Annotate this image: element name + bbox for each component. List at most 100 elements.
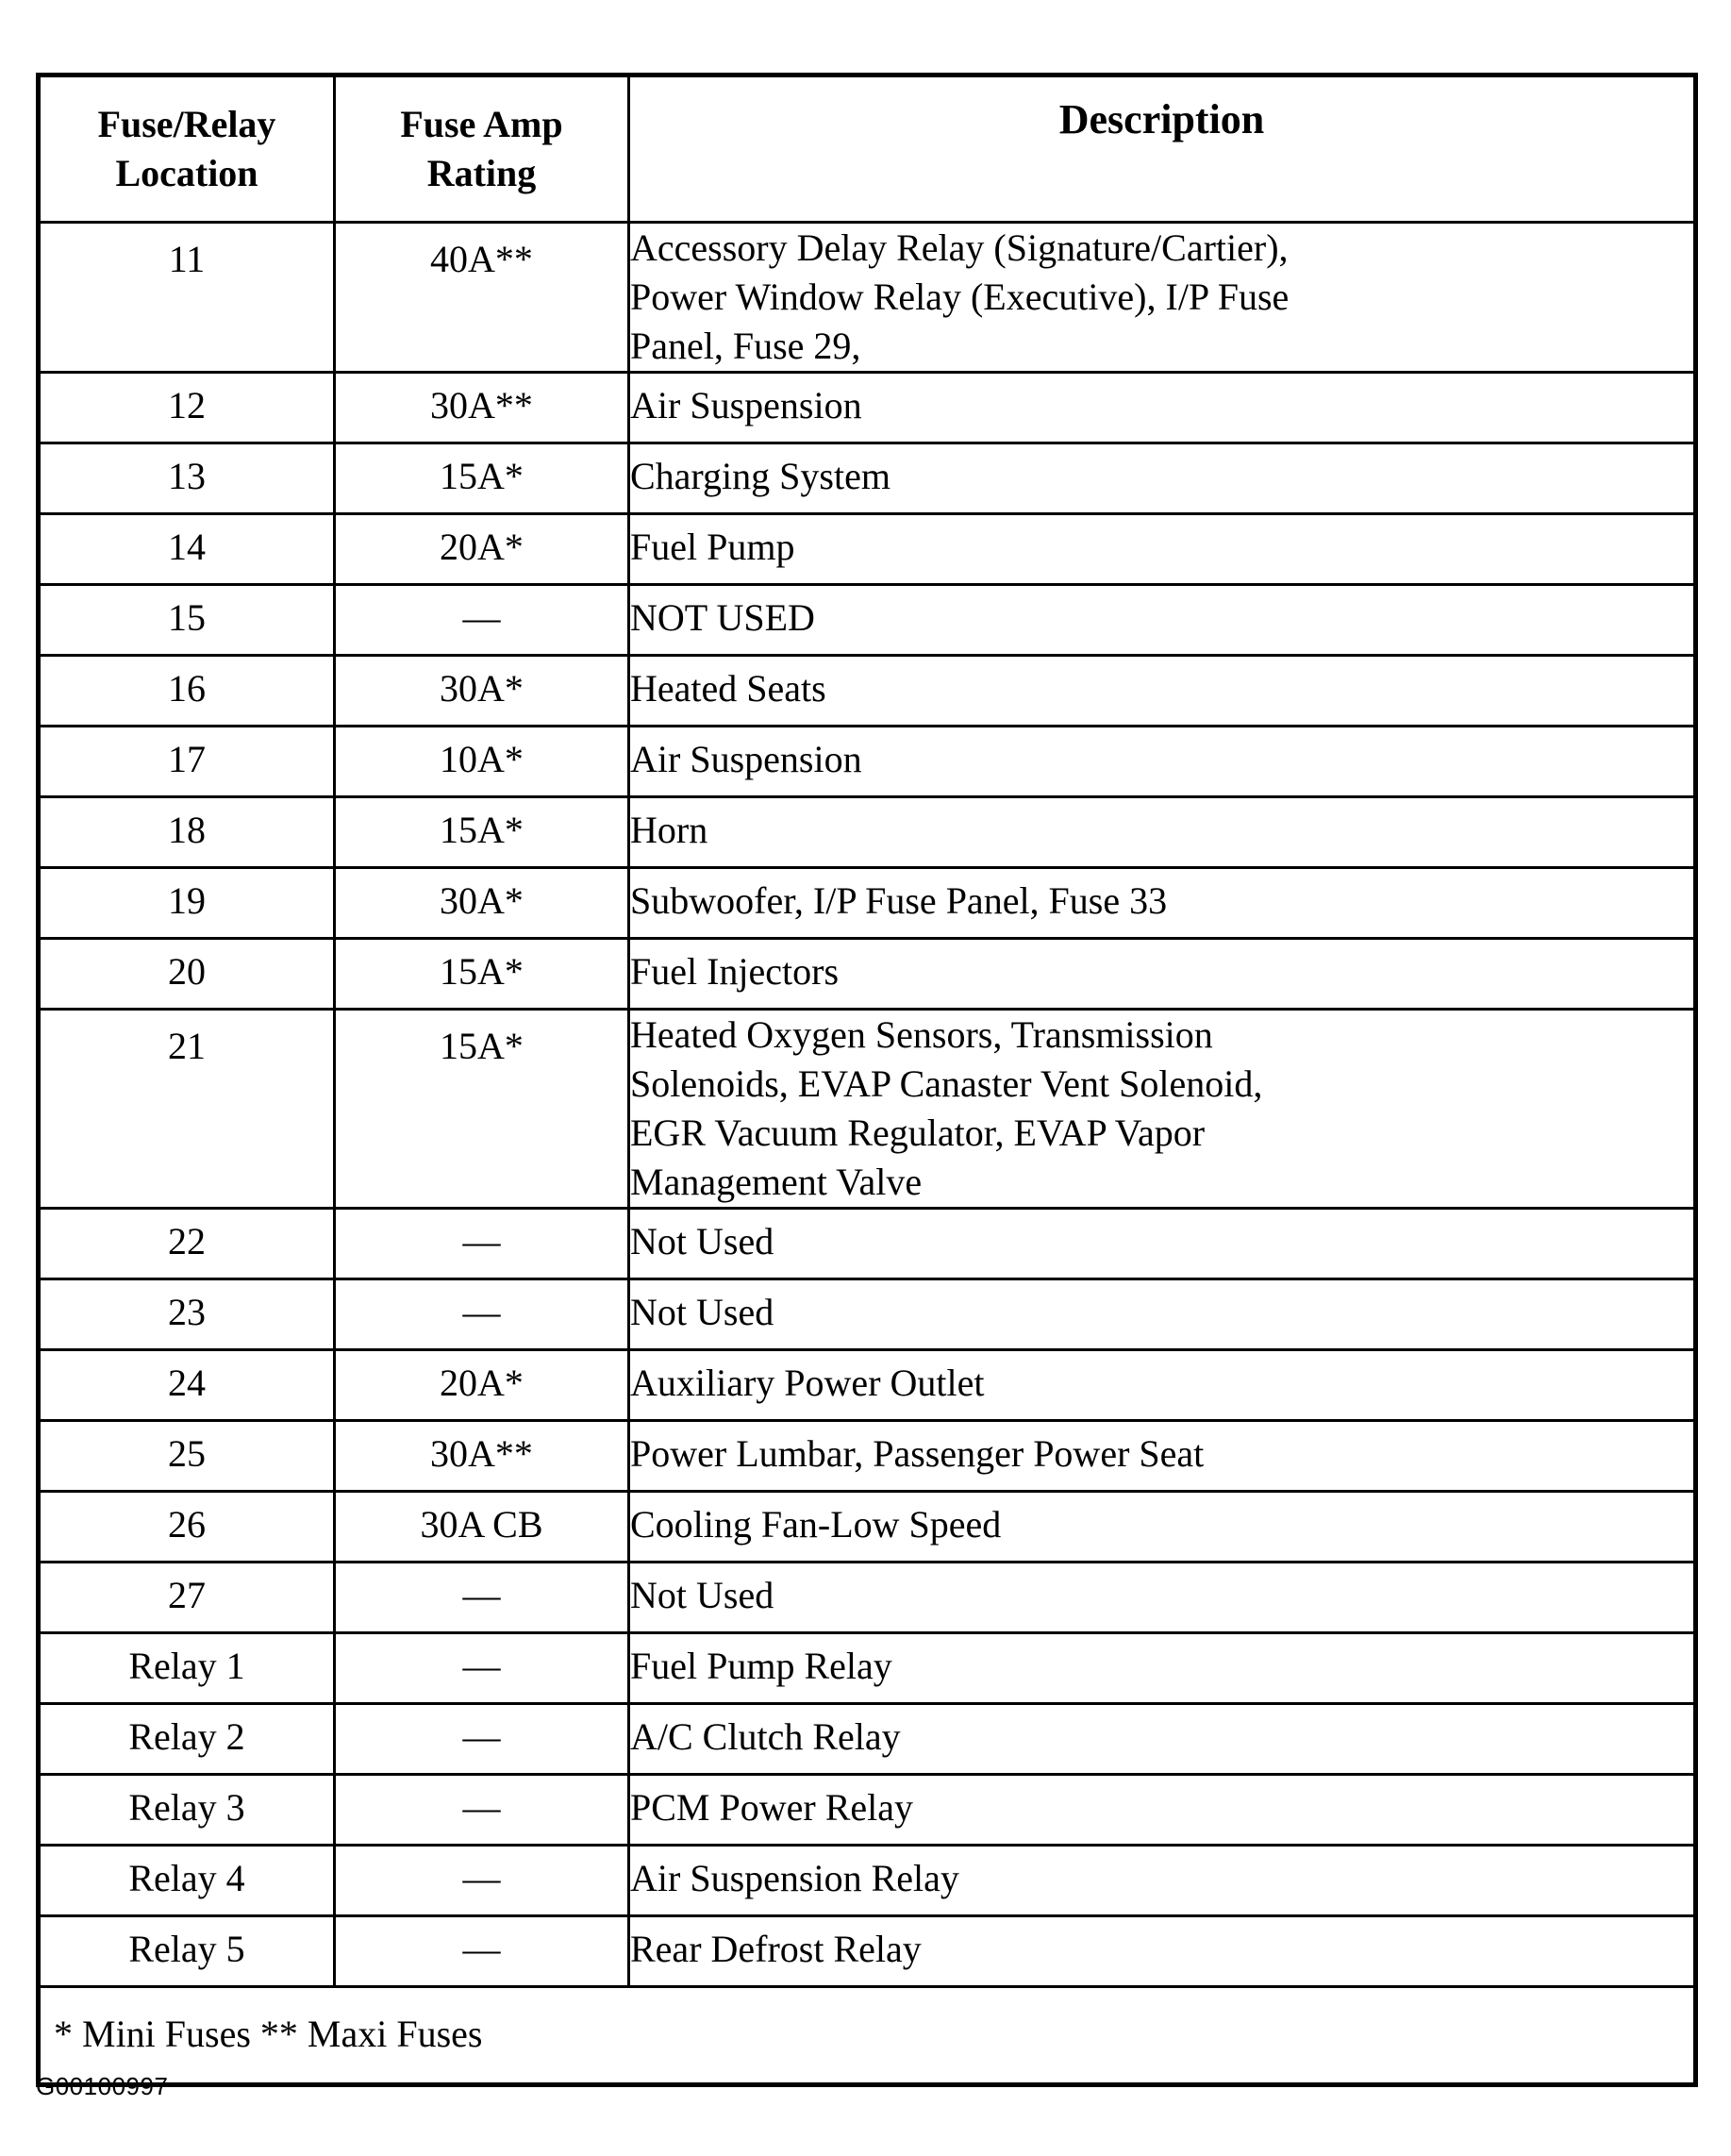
- column-header-location-line1: Fuse/Relay: [97, 103, 276, 145]
- cell-description: PCM Power Relay: [627, 1773, 1697, 1847]
- cell-amp-rating: 30A*: [333, 866, 630, 940]
- description-line: Air Suspension Relay: [630, 1857, 959, 1899]
- table-row: 11 40A** Accessory Delay Relay (Signature/…: [37, 221, 1697, 374]
- cell-amp-rating: —: [333, 583, 630, 657]
- table-row: 12 30A** Air Suspension: [37, 371, 1697, 444]
- table-row: 16 30A* Heated Seats: [37, 654, 1697, 727]
- cell-location: 24: [37, 1348, 336, 1422]
- cell-location: 17: [37, 725, 336, 798]
- cell-description: Heated Seats: [627, 654, 1697, 727]
- cell-amp-rating: —: [333, 1631, 630, 1705]
- cell-amp-rating: 30A**: [333, 371, 630, 444]
- column-header-amp-rating: Fuse Amp Rating: [333, 74, 630, 224]
- description-line: PCM Power Relay: [630, 1786, 913, 1829]
- cell-amp-rating: —: [333, 1278, 630, 1351]
- cell-amp-rating: 20A*: [333, 512, 630, 586]
- cell-location: Relay 2: [37, 1702, 336, 1776]
- cell-description: Not Used: [627, 1561, 1697, 1634]
- cell-amp-rating: —: [333, 1207, 630, 1280]
- cell-description: Air Suspension: [627, 371, 1697, 444]
- description-line: Solenoids, EVAP Canaster Vent Solenoid,: [630, 1062, 1263, 1105]
- cell-location: 23: [37, 1278, 336, 1351]
- cell-description: Air Suspension: [627, 725, 1697, 798]
- cell-description: Heated Oxygen Sensors, Transmission Solen…: [627, 1008, 1697, 1210]
- cell-location: 19: [37, 866, 336, 940]
- cell-description: Power Lumbar, Passenger Power Seat: [627, 1419, 1697, 1493]
- cell-amp-rating: 30A**: [333, 1419, 630, 1493]
- cell-location: 27: [37, 1561, 336, 1634]
- table-row: Relay 5— Rear Defrost Relay: [37, 1914, 1697, 1988]
- table-row: 26 30A CB Cooling Fan-Low Speed: [37, 1490, 1697, 1563]
- cell-amp-rating: —: [333, 1914, 630, 1988]
- cell-location: 14: [37, 512, 336, 586]
- table-row: 22— Not Used: [37, 1207, 1697, 1280]
- table-row: 20 15A* Fuel Injectors: [37, 937, 1697, 1011]
- description-line: Cooling Fan-Low Speed: [630, 1503, 1002, 1546]
- cell-description: Fuel Pump: [627, 512, 1697, 586]
- table-row: 23— Not Used: [37, 1278, 1697, 1351]
- cell-location: 12: [37, 371, 336, 444]
- figure-id-caption: G00100997: [36, 2072, 169, 2100]
- description-line: A/C Clutch Relay: [630, 1715, 901, 1758]
- table-row: 14 20A* Fuel Pump: [37, 512, 1697, 586]
- description-line: Air Suspension: [630, 384, 862, 426]
- description-line: Not Used: [630, 1574, 774, 1616]
- document-page: Fuse/Relay Location Fuse Amp Rating Desc…: [0, 0, 1731, 2156]
- table-header: Fuse/Relay Location Fuse Amp Rating Desc…: [37, 74, 1697, 224]
- description-line: Fuel Injectors: [630, 950, 840, 993]
- cell-location: 15: [37, 583, 336, 657]
- cell-description: Fuel Injectors: [627, 937, 1697, 1011]
- description-line: Rear Defrost Relay: [630, 1928, 922, 1970]
- description-line: NOT USED: [630, 596, 815, 639]
- cell-amp-rating: 10A*: [333, 725, 630, 798]
- cell-description: Not Used: [627, 1278, 1697, 1351]
- cell-description: Fuel Pump Relay: [627, 1631, 1697, 1705]
- cell-amp-rating: 15A*: [333, 795, 630, 869]
- cell-amp-rating: —: [333, 1773, 630, 1847]
- description-line: Heated Oxygen Sensors, Transmission: [630, 1013, 1213, 1056]
- cell-location: 18: [37, 795, 336, 869]
- cell-location: 25: [37, 1419, 336, 1493]
- table-row: 24 20A* Auxiliary Power Outlet: [37, 1348, 1697, 1422]
- description-line: Charging System: [630, 455, 890, 497]
- description-line: Heated Seats: [630, 667, 826, 710]
- table-row: 13 15A* Charging System: [37, 442, 1697, 515]
- cell-description: Not Used: [627, 1207, 1697, 1280]
- cell-amp-rating: 30A*: [333, 654, 630, 727]
- cell-amp-rating: —: [333, 1561, 630, 1634]
- cell-location: 26: [37, 1490, 336, 1563]
- cell-amp-rating: 30A CB: [333, 1490, 630, 1563]
- fuse-relay-table-container: Fuse/Relay Location Fuse Amp Rating Desc…: [36, 73, 1698, 2087]
- table-row: Relay 4— Air Suspension Relay: [37, 1844, 1697, 1917]
- table-header-row: Fuse/Relay Location Fuse Amp Rating Desc…: [37, 74, 1697, 224]
- table-row: Relay 3— PCM Power Relay: [37, 1773, 1697, 1847]
- cell-description: Horn: [627, 795, 1697, 869]
- column-header-amp-rating-line2: Rating: [426, 152, 537, 194]
- description-line: Air Suspension: [630, 738, 862, 780]
- table-row: 19 30A* Subwoofer, I/P Fuse Panel, Fuse 33: [37, 866, 1697, 940]
- cell-amp-rating: —: [333, 1702, 630, 1776]
- cell-location: Relay 3: [37, 1773, 336, 1847]
- table-footnote-row: * Mini Fuses ** Maxi Fuses: [38, 1985, 1696, 2085]
- cell-location: Relay 1: [37, 1631, 336, 1705]
- column-header-description: Description: [627, 74, 1697, 224]
- cell-description: Auxiliary Power Outlet: [627, 1348, 1697, 1422]
- cell-location: Relay 5: [37, 1914, 336, 1988]
- cell-description: Charging System: [627, 442, 1697, 515]
- cell-amp-rating: 20A*: [333, 1348, 630, 1422]
- cell-location: 22: [37, 1207, 336, 1280]
- cell-description: Subwoofer, I/P Fuse Panel, Fuse 33: [627, 866, 1697, 940]
- cell-amp-rating: —: [333, 1844, 630, 1917]
- table-row: Relay 2— A/C Clutch Relay: [37, 1702, 1697, 1776]
- cell-amp-rating: 15A*: [333, 1008, 630, 1210]
- table-row: 27— Not Used: [37, 1561, 1697, 1634]
- table-row: 21 15A* Heated Oxygen Sensors, Transmissio…: [37, 1008, 1697, 1210]
- description-line: Not Used: [630, 1291, 774, 1333]
- table-row: 25 30A** Power Lumbar, Passenger Power Sea…: [37, 1419, 1697, 1493]
- cell-location: Relay 4: [37, 1844, 336, 1917]
- table-row: 15— NOT USED: [37, 583, 1697, 657]
- fuse-relay-table: Fuse/Relay Location Fuse Amp Rating Desc…: [36, 73, 1698, 2087]
- cell-description: Rear Defrost Relay: [627, 1914, 1697, 1988]
- cell-location: 20: [37, 937, 336, 1011]
- description-line: EGR Vacuum Regulator, EVAP Vapor: [630, 1111, 1206, 1154]
